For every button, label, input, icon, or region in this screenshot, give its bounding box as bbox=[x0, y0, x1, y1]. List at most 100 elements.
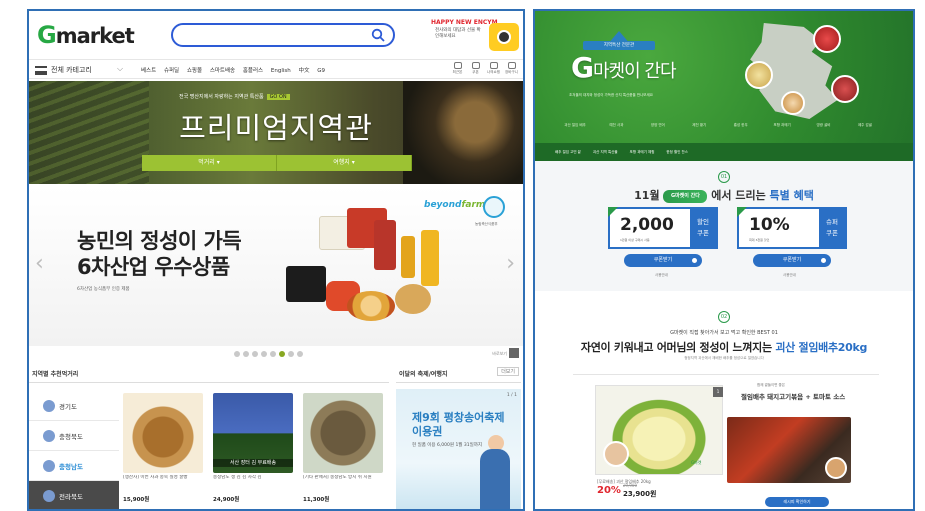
strip-link[interactable]: 괴산 지역 특산물 bbox=[593, 150, 618, 154]
region-icon bbox=[43, 490, 55, 502]
region-list: 경기도 충청북도 충청남도 전라북도 bbox=[29, 391, 119, 509]
gmarket-region-page: Gmarket HAPPY NEW ENCYM 천사와의 대답과 선물 확인해보… bbox=[27, 9, 525, 511]
strip-link[interactable]: 한정 할인 찬스 bbox=[666, 150, 688, 154]
nav-link-english[interactable]: English bbox=[271, 68, 291, 74]
nav-link-superdeal[interactable]: 슈퍼딜 bbox=[164, 68, 179, 74]
strip-link[interactable]: 포항 과메기 체험 bbox=[630, 150, 655, 154]
coupon-type: 슈퍼 쿠폰 bbox=[819, 209, 845, 247]
region-icon bbox=[43, 430, 55, 442]
search-icon[interactable] bbox=[371, 28, 385, 42]
carousel-dot[interactable] bbox=[279, 351, 285, 357]
best-description: 청정지역 괴산에서 재배한 배추를 정성으로 절였습니다 bbox=[684, 356, 764, 360]
category-menu-label[interactable]: 전체 카테고리 bbox=[51, 65, 92, 75]
search-input[interactable] bbox=[171, 23, 395, 47]
region-link[interactable]: 괴산 절임 배추 bbox=[555, 123, 595, 128]
menu-icon[interactable] bbox=[35, 66, 47, 75]
section-number: 02 bbox=[718, 311, 730, 323]
region-link[interactable]: 영광 굴비 bbox=[804, 123, 844, 128]
screenshot-root: Gmarket HAPPY NEW ENCYM 천사와의 대답과 선물 확인해보… bbox=[0, 0, 925, 511]
discount-rate: 20% bbox=[597, 485, 621, 496]
ganda-title: G마켓이 간다 bbox=[571, 51, 677, 84]
header: Gmarket HAPPY NEW ENCYM 천사와의 대답과 선물 확인해보… bbox=[29, 11, 523, 59]
product-price: 15,900원 bbox=[123, 497, 150, 503]
pause-button[interactable] bbox=[509, 348, 519, 358]
original-price: 29,900 bbox=[623, 483, 637, 488]
coupon-caption: 최대 3천원 할인 bbox=[749, 238, 770, 242]
hero-description: 초겨울의 대지와 정성이 가득한 산지 특산품을 만나보세요 bbox=[569, 93, 653, 97]
carousel-dot[interactable] bbox=[297, 351, 303, 357]
beyond-farm-logo: beyondfarm bbox=[424, 200, 486, 210]
gmarket-logo[interactable]: Gmarket bbox=[37, 21, 135, 49]
region-item[interactable]: 전라북도 bbox=[29, 481, 119, 509]
product-image bbox=[347, 291, 395, 321]
coupon-note[interactable]: 사용안내 bbox=[655, 273, 668, 278]
cart-icon bbox=[507, 62, 516, 69]
more-button[interactable]: 더보기 bbox=[497, 367, 519, 376]
tab-food[interactable]: 먹거리 ▾ bbox=[142, 155, 277, 171]
get-coupon-button[interactable]: 쿠폰받기 bbox=[753, 254, 831, 267]
nav-links: 베스트 슈퍼딜 쇼핑몰 스마트배송 홈플러스 English 中文 G9 bbox=[141, 66, 331, 74]
hero-badge[interactable]: GO ON bbox=[266, 94, 290, 100]
nav-link-best[interactable]: 베스트 bbox=[141, 68, 156, 74]
nav-link-g9[interactable]: G9 bbox=[317, 68, 325, 74]
region-item[interactable]: 충청북도 bbox=[29, 421, 119, 451]
promo-title: HAPPY NEW ENCYM bbox=[431, 19, 498, 26]
product-item[interactable]: [기타 판매처] 충청남도 방지 취 지원 11,300원 bbox=[303, 393, 383, 503]
super-coupon[interactable]: 10% 최대 3천원 할인 슈퍼 쿠폰 bbox=[737, 207, 847, 249]
carousel-dot[interactable] bbox=[234, 351, 240, 357]
recent-view-button[interactable]: 최근본 bbox=[450, 62, 465, 78]
chevron-left-icon[interactable]: ‹ bbox=[35, 251, 44, 276]
region-item-selected[interactable]: 충청남도 bbox=[29, 451, 119, 481]
carousel-dot[interactable] bbox=[288, 351, 294, 357]
nav-link-chinese[interactable]: 中文 bbox=[299, 68, 310, 74]
product-item[interactable]: 서산 장터 김 무료배송 충청남도 생 김 김 사각 김 24,900원 bbox=[213, 393, 293, 503]
strip-link[interactable]: 배추 절임 고민 끝 bbox=[555, 150, 581, 154]
chevron-down-icon[interactable]: ⌵ bbox=[117, 64, 123, 74]
food-photo[interactable] bbox=[831, 75, 859, 103]
product-price: 11,300원 bbox=[303, 497, 330, 503]
carousel-dots bbox=[234, 351, 303, 357]
utility-menu: 최근본 쿠폰 나의쇼핑 장바구니 bbox=[450, 62, 519, 78]
get-coupon-button[interactable]: 쿠폰받기 bbox=[624, 254, 702, 267]
region-link[interactable]: 제천 황기 bbox=[679, 123, 719, 128]
region-link[interactable]: 제주 감귤 bbox=[845, 123, 885, 128]
carousel-dot[interactable] bbox=[252, 351, 258, 357]
food-photo[interactable] bbox=[813, 25, 841, 53]
product-item[interactable]: [생산자] 이번 사과 충북 칠성 꿀빵 15,900원 bbox=[123, 393, 203, 503]
promo-banner[interactable]: HAPPY NEW ENCYM 천사와의 대답과 선물 확인해보세요 bbox=[427, 17, 521, 55]
my-shopping-button[interactable]: 나의쇼핑 bbox=[486, 62, 501, 78]
carousel-dot[interactable] bbox=[270, 351, 276, 357]
hero-caption: 전국 명산지에서 자랑하는 지역관 특산품 GO ON bbox=[179, 93, 290, 100]
nav-link-smart-delivery[interactable]: 스마트배송 bbox=[210, 68, 235, 74]
user-icon bbox=[489, 62, 498, 69]
region-link[interactable]: 예천 사과 bbox=[596, 123, 636, 128]
region-link[interactable]: 양양 연어 bbox=[638, 123, 678, 128]
food-photo[interactable] bbox=[781, 91, 805, 115]
chevron-right-icon[interactable]: › bbox=[506, 251, 515, 276]
discount-coupon[interactable]: 2,000 1만원 이상 구매시 사용 할인 쿠폰 bbox=[608, 207, 718, 249]
tab-travel[interactable]: 여행지 ▾ bbox=[277, 155, 412, 171]
product-banner[interactable]: ‹ › 농민의 정성이 가득 6차산업 우수상품 6차산업 농식품부 인증 제품 … bbox=[29, 186, 523, 346]
gmarket-tag: G마켓 bbox=[691, 460, 702, 465]
carousel-dot[interactable] bbox=[261, 351, 267, 357]
food-photo[interactable] bbox=[745, 61, 773, 89]
nav-link-homeplus[interactable]: 홈플러스 bbox=[243, 68, 263, 74]
region-link[interactable]: 포항 과메기 bbox=[762, 123, 802, 128]
chef-avatar bbox=[825, 457, 847, 479]
region-link[interactable]: 홍성 한우 bbox=[721, 123, 761, 128]
person-image bbox=[480, 449, 510, 509]
cart-button[interactable]: 장바구니 bbox=[504, 62, 519, 78]
camera-icon bbox=[489, 23, 519, 51]
carousel-dot[interactable] bbox=[243, 351, 249, 357]
coupon-note[interactable]: 사용안내 bbox=[783, 273, 796, 278]
best-subtitle: G마켓이 직접 찾아가서 보고 먹고 확인한 BEST 01 bbox=[670, 330, 778, 336]
seal-caption: 농림축산식품부 bbox=[475, 222, 498, 226]
coupon-button[interactable]: 쿠폰 bbox=[468, 62, 483, 78]
recipe-title: 절임배추 돼지고기볶음 + 토마토 소스 bbox=[741, 393, 846, 401]
recipe-button[interactable]: 레시피 확인하기 bbox=[765, 497, 829, 507]
nav-link-mall[interactable]: 쇼핑몰 bbox=[187, 68, 202, 74]
ganda-mini-logo: G마켓이 간다 bbox=[663, 189, 708, 203]
festival-card[interactable]: 1 / 1 제9회 평창송어축제 이용권 현 일품 이용 6,000원 1월 31… bbox=[396, 389, 521, 509]
region-item[interactable]: 경기도 bbox=[29, 391, 119, 421]
section-title: 이달의 축제/여행지 bbox=[399, 371, 448, 378]
